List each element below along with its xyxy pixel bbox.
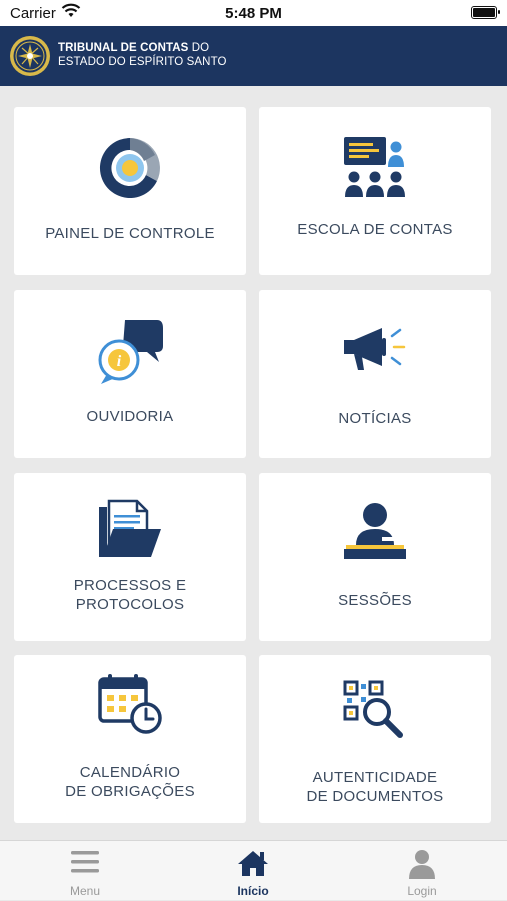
menu-card-label: PROCESSOS E PROTOCOLOS <box>73 577 187 613</box>
app-header: TRIBUNAL DE CONTAS DO ESTADO DO ESPÍRITO… <box>0 26 507 86</box>
menu-card-noticias[interactable]: NOTÍCIAS <box>259 290 491 458</box>
tab-label: Login <box>407 884 437 898</box>
clock: 5:48 PM <box>225 5 282 22</box>
header-title-bold: TRIBUNAL DE CONTAS <box>58 42 189 54</box>
menu-grid: PAINEL DE CONTROLE ESCOLA DE CONTAS i OU… <box>0 86 507 840</box>
tab-label: Início <box>237 884 269 898</box>
menu-card-autenticidade-de-documentos[interactable]: AUTENTICIDADE DE DOCUMENTOS <box>259 655 491 823</box>
svg-text:i: i <box>117 353 122 370</box>
ombudsman-chat-icon: i <box>14 316 246 386</box>
user-icon <box>372 849 472 879</box>
tab-label: Menu <box>69 884 101 898</box>
status-bar: Carrier 5:48 PM <box>0 0 507 26</box>
menu-card-label: PAINEL DE CONTROLE <box>45 225 215 242</box>
qr-search-icon <box>259 679 491 741</box>
header-subtitle: ESTADO DO ESPÍRITO SANTO <box>58 56 227 68</box>
menu-card-label: AUTENTICIDADE DE DOCUMENTOS <box>306 769 444 805</box>
menu-card-sessoes[interactable]: SESSÕES <box>259 473 491 641</box>
menu-card-label: CALENDÁRIO DE OBRIGAÇÕES <box>65 764 195 800</box>
calendar-clock-icon <box>14 673 246 735</box>
battery-icon <box>471 6 500 19</box>
school-classroom-icon <box>259 135 491 201</box>
session-speaker-icon <box>259 501 491 563</box>
menu-card-ouvidoria[interactable]: i OUVIDORIA <box>14 290 246 458</box>
menu-card-label: OUVIDORIA <box>86 408 174 425</box>
tce-seal-logo <box>8 34 52 83</box>
menu-card-label: ESCOLA DE CONTAS <box>297 221 453 238</box>
menu-card-label: NOTÍCIAS <box>338 410 412 427</box>
tab-menu[interactable]: Menu <box>35 841 135 901</box>
menu-card-painel-de-controle[interactable]: PAINEL DE CONTROLE <box>14 107 246 275</box>
header-brand: TRIBUNAL DE CONTAS DO ESTADO DO ESPÍRITO… <box>58 41 227 69</box>
menu-card-label: SESSÕES <box>338 592 412 609</box>
folder-documents-icon <box>14 499 246 561</box>
menu-card-escola-de-contas[interactable]: ESCOLA DE CONTAS <box>259 107 491 275</box>
menu-card-calendario-de-obrigacoes[interactable]: CALENDÁRIO DE OBRIGAÇÕES <box>14 655 246 823</box>
megaphone-icon <box>259 326 491 372</box>
bottom-tab-bar: Menu Início Login <box>0 840 507 900</box>
home-icon <box>203 849 303 877</box>
menu-card-processos-e-protocolos[interactable]: PROCESSOS E PROTOCOLOS <box>14 473 246 641</box>
dashboard-chart-icon <box>14 135 246 201</box>
tab-inicio[interactable]: Início <box>203 841 303 901</box>
header-title-rest: DO <box>188 42 210 54</box>
tab-login[interactable]: Login <box>372 841 472 901</box>
hamburger-icon <box>35 849 135 875</box>
